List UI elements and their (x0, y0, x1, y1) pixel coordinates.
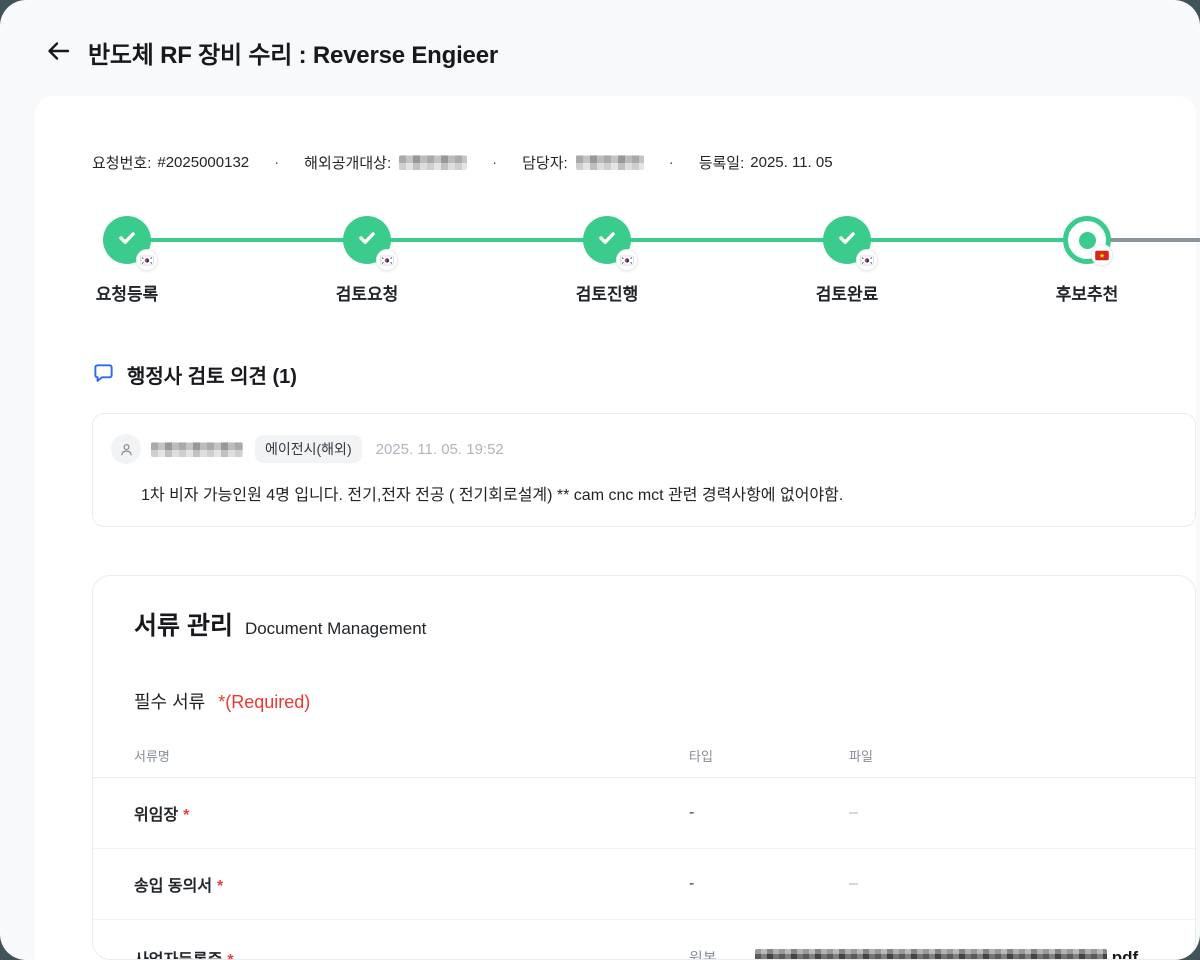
table-row: 송입 동의서 * - – (93, 849, 1195, 920)
required-label: 필수 서류 (134, 692, 205, 712)
step-label: 검토진행 (537, 280, 677, 305)
column-header-type: 타입 (689, 746, 849, 765)
table-row: 사업자등록증* 원본 .pdf (93, 920, 1195, 960)
korea-flag-icon (136, 249, 158, 271)
progress-stepper: 요청등록 검토요청 (35, 216, 1196, 346)
comment-text: 1차 비자 가능인원 4명 입니다. 전기,전자 전공 ( 전기회로설계) **… (141, 481, 1175, 505)
required-star: * (227, 952, 233, 960)
step-candidate-recommendation: 후보추천 (1017, 216, 1157, 305)
manager-label: 담당자: (522, 152, 568, 173)
arrow-left-icon (45, 38, 71, 67)
document-title-ko: 서류 관리 (134, 606, 233, 642)
step-circle-current (1063, 216, 1111, 264)
comments-section-title: 행정사 검토 의견 (1) (127, 360, 297, 389)
request-no-label: 요청번호: (92, 152, 151, 173)
doc-name: 위임장 (134, 807, 178, 824)
check-icon (595, 226, 619, 255)
meta-separator: · (274, 154, 279, 171)
red-flag-icon (1091, 244, 1113, 266)
step-circle-done (583, 216, 631, 264)
document-title-en: Document Management (245, 619, 426, 639)
doc-type: - (689, 875, 849, 893)
step-circle-done (823, 216, 871, 264)
pdf-file-link[interactable]: .pdf (755, 948, 1195, 960)
current-step-dot (1079, 232, 1096, 249)
file-name-masked (755, 949, 1107, 960)
document-card-title: 서류 관리 Document Management (93, 576, 1195, 642)
comment-header: 에이전시(해외) 2025. 11. 05. 19:52 (111, 434, 1195, 464)
overseas-label: 해외공개대상: (304, 152, 391, 173)
korea-flag-icon (376, 249, 398, 271)
page-header: 반도체 RF 장비 수리 : Reverse Engieer (0, 0, 1200, 96)
request-no-value: #2025000132 (157, 154, 249, 171)
main-card: 요청번호: #2025000132 · 해외공개대상: · 담당자: · 등록일… (35, 96, 1196, 960)
back-button[interactable] (44, 38, 72, 66)
table-header-row: 서류명 타입 파일 (93, 714, 1195, 778)
overseas-value-masked (399, 155, 467, 170)
app-screen: 반도체 RF 장비 수리 : Reverse Engieer 요청번호: #20… (0, 0, 1200, 960)
request-meta-row: 요청번호: #2025000132 · 해외공개대상: · 담당자: · 등록일… (35, 96, 1196, 173)
step-request-registered: 요청등록 (57, 216, 197, 305)
manager-value-masked (576, 155, 644, 170)
meta-separator: · (669, 154, 674, 171)
check-icon (115, 226, 139, 255)
required-documents-heading: 필수 서류 *(Required) (93, 642, 1195, 714)
step-review-requested: 검토요청 (297, 216, 437, 305)
step-label: 요청등록 (57, 280, 197, 305)
korea-flag-icon (856, 249, 878, 271)
doc-name: 송입 동의서 (134, 878, 212, 895)
column-header-doc-name: 서류명 (134, 746, 689, 765)
column-header-file: 파일 (849, 746, 1195, 765)
table-row: 위임장 * - – (93, 778, 1195, 849)
doc-type: - (689, 804, 849, 822)
check-icon (355, 226, 379, 255)
step-label: 검토요청 (297, 280, 437, 305)
comments-section-header: 행정사 검토 의견 (1) (92, 360, 1196, 389)
doc-file: – (849, 875, 1195, 893)
avatar (111, 434, 141, 464)
step-circle-done (103, 216, 151, 264)
korea-flag-icon (616, 249, 638, 271)
comment-author-masked (151, 442, 243, 457)
comment-card: 에이전시(해외) 2025. 11. 05. 19:52 1차 비자 가능인원 … (92, 413, 1196, 527)
comment-role-badge: 에이전시(해외) (255, 435, 362, 463)
step-review-complete: 검토완료 (777, 216, 917, 305)
step-label: 검토완료 (777, 280, 917, 305)
reg-date-label: 등록일: (699, 152, 745, 173)
page-title: 반도체 RF 장비 수리 : Reverse Engieer (88, 35, 498, 70)
required-star: * (183, 807, 189, 824)
comment-bubble-icon (92, 361, 115, 389)
step-circle-done (343, 216, 391, 264)
document-management-card: 서류 관리 Document Management 필수 서류 *(Requir… (92, 575, 1196, 960)
required-star: * (217, 878, 223, 895)
file-extension: .pdf (1107, 948, 1138, 960)
reg-date-value: 2025. 11. 05 (750, 154, 832, 171)
step-review-in-progress: 검토진행 (537, 216, 677, 305)
meta-separator: · (492, 154, 497, 171)
check-icon (835, 226, 859, 255)
doc-file: – (849, 804, 1195, 822)
step-label: 후보추천 (1017, 280, 1157, 305)
required-mark: *(Required) (218, 692, 310, 712)
doc-name: 사업자등록증 (134, 952, 222, 960)
comment-timestamp: 2025. 11. 05. 19:52 (376, 441, 504, 458)
